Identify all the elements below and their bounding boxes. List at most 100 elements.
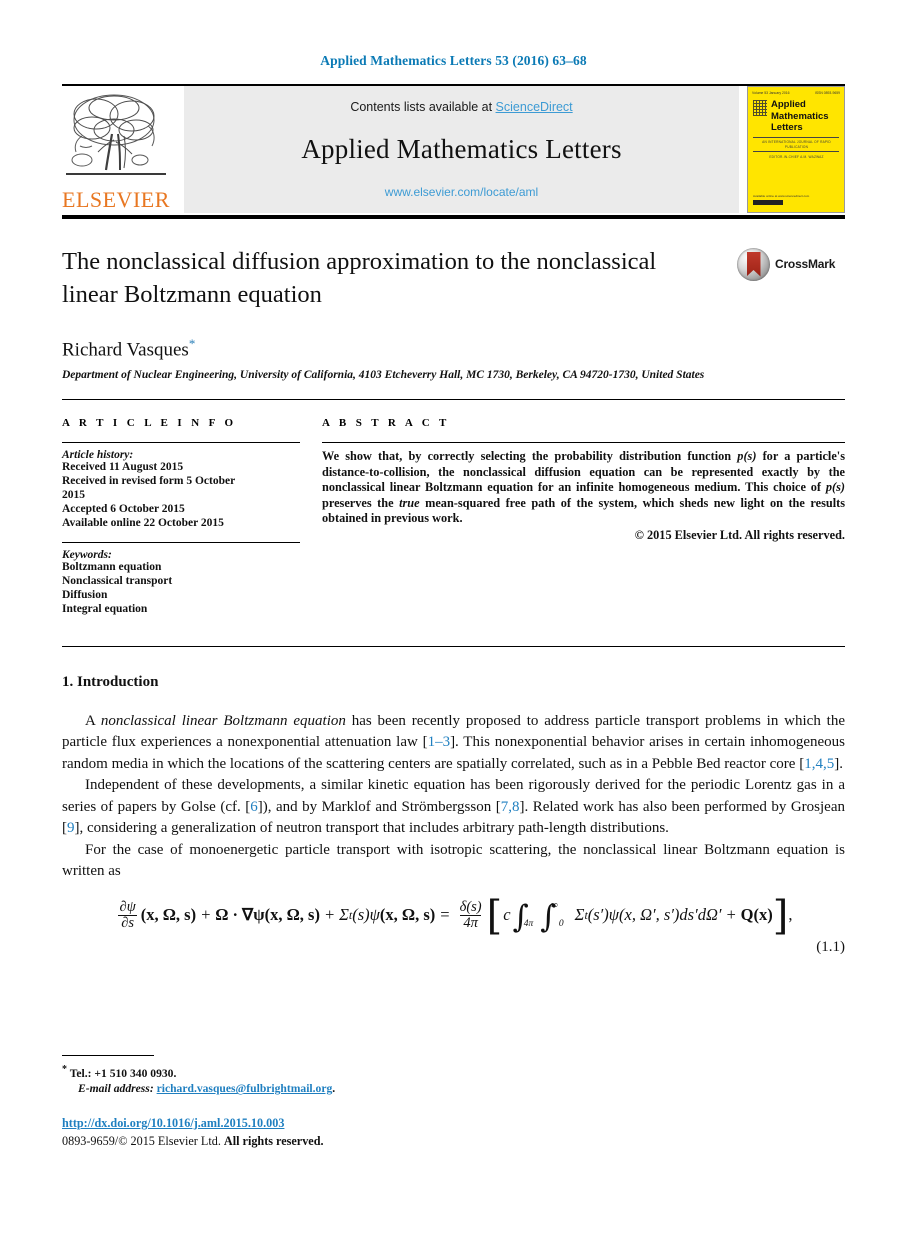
eq-sigma-args: (s)ψ — [352, 905, 380, 925]
author-name: Richard Vasques* — [62, 336, 845, 361]
crossmark-icon — [737, 247, 770, 281]
footnote-tel: * Tel.: +1 510 340 0930. — [62, 1062, 845, 1081]
running-head: Applied Mathematics Letters 53 (2016) 63… — [320, 53, 587, 68]
cover-top-line: Volume 53 January 2016 ISSN 0893-9659 — [752, 91, 840, 99]
cover-title-line-3: Letters — [771, 122, 803, 133]
history-item: Received 11 August 2015 — [62, 461, 184, 474]
contents-available-line: Contents lists available at ScienceDirec… — [184, 100, 739, 114]
citation-link[interactable]: 1,4,5 — [804, 756, 834, 772]
journal-title: Applied Mathematics Letters — [301, 134, 622, 164]
contents-prefix-text: Contents lists available at — [350, 100, 496, 114]
cover-title-line-2: Mathematics — [771, 110, 829, 122]
doi-link[interactable]: http://dx.doi.org/10.1016/j.aml.2015.10.… — [62, 1116, 284, 1130]
cover-divider-top — [753, 137, 839, 138]
equation-1-1: ∂ψ ∂s (x, Ω, s) + Ω · ∇ψ (x, Ω, s) + Σt … — [62, 893, 845, 940]
keywords-rule — [62, 542, 300, 544]
info-abstract-row: A R T I C L E I N F O Article history: R… — [62, 417, 845, 616]
issn-prefix: 0893-9659/© 2015 Elsevier Ltd. — [62, 1134, 224, 1148]
keyword-item: Boltzmann equation — [62, 561, 162, 574]
masthead-bottom-rule — [62, 215, 845, 219]
abstract-seg-1: We show that, by correctly selecting the… — [322, 449, 738, 464]
history-item: Received in revised form 5 October — [62, 475, 236, 488]
keyword-item: Diffusion — [62, 588, 108, 601]
abstract-ps-1: p(s) — [737, 449, 757, 464]
eq-trailing-comma: , — [788, 905, 793, 925]
footnote-block: * Tel.: +1 510 340 0930. E-mail address:… — [62, 1055, 845, 1097]
author-affiliation: Department of Nuclear Engineering, Unive… — [62, 369, 705, 382]
footnote-email-period: . — [332, 1082, 336, 1096]
article-info-column: A R T I C L E I N F O Article history: R… — [62, 417, 300, 616]
footer-block: http://dx.doi.org/10.1016/j.aml.2015.10.… — [62, 1114, 324, 1149]
journal-header-band: Contents lists available at ScienceDirec… — [184, 86, 739, 213]
eq-lhs-numerator: ∂ψ — [119, 898, 136, 915]
abstract-seg-3: preserves the — [322, 495, 400, 510]
journal-homepage-link[interactable]: www.elsevier.com/locate/aml — [184, 185, 739, 199]
journal-cover-thumbnail[interactable]: Volume 53 January 2016 ISSN 0893-9659 Ap… — [747, 86, 845, 213]
eq-omega-gradient: Ω · ∇ψ — [215, 905, 265, 925]
p1-italic-term: nonclassical linear Boltzmann equation — [100, 712, 346, 729]
equation-number: (1.1) — [816, 939, 845, 956]
eq-bracket-open: [ — [486, 893, 503, 940]
page-title: The nonclassical diffusion approximation… — [62, 248, 657, 308]
eq-c-coefficient: c — [503, 905, 511, 925]
eq-rhs-denominator: 4π — [460, 914, 481, 931]
abstract-true-word: true — [399, 495, 420, 510]
history-item: Available online 22 October 2015 — [62, 516, 224, 529]
keyword-item: Nonclassical transport — [62, 575, 173, 588]
eq-sigma-t: Σ — [339, 905, 349, 925]
p2-seg-2: ]), and by Marklof and Strömbergsson [ — [257, 798, 501, 815]
keywords-label: Keywords: — [62, 549, 112, 562]
eq-integral-2-lower: 0 — [558, 919, 564, 930]
eq-rhs-fraction: δ(s) 4π — [457, 898, 485, 932]
body-paragraph-1: A nonclassical linear Boltzmann equation… — [62, 711, 845, 776]
abstract-heading: A B S T R A C T — [322, 417, 450, 430]
citation-link[interactable]: 6 — [250, 799, 258, 815]
elsevier-wordmark: ELSEVIER — [62, 187, 170, 212]
eq-integral-2-upper: ∞ — [550, 899, 558, 911]
footnote-star-marker: * — [62, 1064, 67, 1075]
history-item: Accepted 6 October 2015 — [62, 502, 185, 515]
rights-reserved-text: All rights reserved. — [223, 1134, 324, 1148]
cover-title: Applied Mathematics Letters — [771, 99, 840, 134]
citation-link[interactable]: 7,8 — [501, 799, 520, 815]
elsevier-tree-icon — [62, 90, 170, 186]
footnote-email-label: E-mail address: — [78, 1082, 154, 1096]
cover-divider-bottom — [753, 151, 839, 152]
cover-issn-corner: ISSN 0893-9659 — [814, 91, 840, 95]
eq-lhs-denominator: ∂s — [118, 914, 138, 931]
crossmark-badge[interactable]: CrossMark — [737, 247, 845, 281]
p1-seg-4: ]. — [834, 755, 843, 772]
body-paragraph-2: Independent of these developments, a sim… — [62, 775, 845, 840]
abstract-bottom-divider — [62, 645, 845, 647]
eq-integral-1-lower: 4π — [523, 919, 534, 930]
citation-link[interactable]: 9 — [67, 820, 75, 836]
footnote-email-link[interactable]: richard.vasques@fulbrightmail.org — [157, 1082, 333, 1095]
footnote-email: E-mail address: richard.vasques@fulbrigh… — [62, 1081, 845, 1097]
author-footnote-marker[interactable]: * — [189, 336, 196, 351]
cover-editor-line: EDITOR-IN-CHIEF A.M. WAZWAZ — [769, 155, 824, 159]
title-block: The nonclassical diffusion approximation… — [62, 245, 845, 317]
eq-integrand-sigma: Σ — [574, 905, 585, 925]
section-heading-introduction: 1. Introduction — [62, 673, 159, 690]
cover-elsevier-mark — [753, 100, 767, 116]
eq-source-term: Q(x) — [740, 905, 773, 925]
cover-subtitle: AN INTERNATIONAL JOURNAL OF RAPID PUBLIC… — [762, 140, 831, 149]
issn-copyright-line: 0893-9659/© 2015 Elsevier Ltd. All right… — [62, 1134, 324, 1149]
cover-title-line-1: Applied — [771, 99, 806, 110]
affiliation-divider — [62, 399, 845, 401]
eq-integrand-rest: (s′)ψ(x, Ω′, s′)ds′dΩ′ — [587, 905, 722, 925]
abstract-column: A B S T R A C T We show that, by correct… — [322, 417, 845, 616]
article-info-rule — [62, 442, 300, 444]
abstract-copyright: © 2015 Elsevier Ltd. All rights reserved… — [634, 528, 845, 543]
sciencedirect-link[interactable]: ScienceDirect — [496, 100, 573, 114]
eq-lhs-args: (x, Ω, s) — [140, 905, 197, 925]
citation-link[interactable]: 1–3 — [428, 734, 451, 750]
abstract-text: We show that, by correctly selecting the… — [322, 449, 845, 526]
eq-rhs-numerator: δ(s) — [459, 898, 482, 915]
elsevier-logo: ELSEVIER — [62, 86, 178, 213]
eq-plus-3: + — [725, 905, 737, 925]
keyword-item: Integral equation — [62, 602, 148, 615]
eq-plus-2: + — [323, 905, 336, 925]
cover-issue-line: Volume 53 January 2016 — [752, 91, 790, 95]
eq-equals: = — [440, 905, 450, 925]
